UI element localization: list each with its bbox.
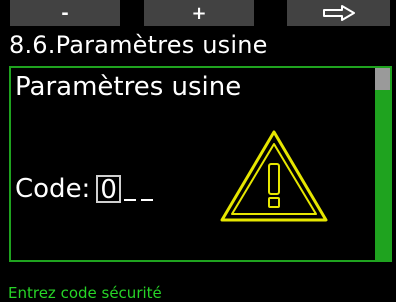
increment-softkey-label: + [191, 2, 207, 24]
code-digit-input[interactable]: 0 [96, 175, 121, 203]
scrollbar-thumb[interactable] [375, 68, 390, 90]
page-title: 8.6.Paramètres usine [9, 31, 268, 59]
scrollbar[interactable] [375, 68, 390, 260]
increment-softkey[interactable]: + [144, 0, 254, 26]
code-digit-placeholder [140, 177, 153, 201]
code-label: Code: [15, 174, 91, 204]
right-arrow-icon [322, 5, 356, 21]
code-entry: Code: 0 [15, 174, 158, 204]
warning-triangle-icon [218, 128, 330, 228]
factory-reset-panel: Paramètres usine Code: 0 [9, 66, 392, 262]
panel-title: Paramètres usine [15, 72, 242, 102]
softkey-bar: - + [0, 0, 396, 30]
decrement-softkey[interactable]: - [10, 0, 120, 26]
next-softkey[interactable] [287, 0, 390, 26]
decrement-softkey-label: - [61, 2, 69, 24]
code-digit-placeholder [123, 177, 136, 201]
status-message: Entrez code sécurité [8, 284, 162, 302]
